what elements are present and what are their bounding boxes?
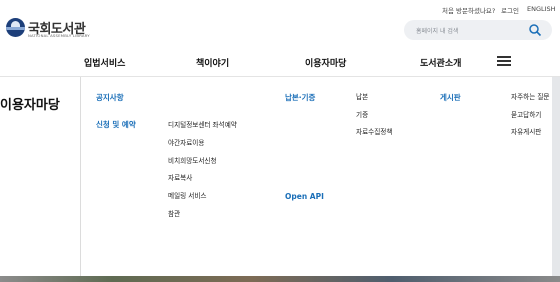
menu-notice[interactable]: 공지사항 <box>96 92 124 103</box>
menu-mailing-service[interactable]: 메일링 서비스 <box>168 190 207 200</box>
menu-divider <box>0 76 560 77</box>
menu-book-request[interactable]: 비치희망도서신청 <box>168 155 217 165</box>
search-input[interactable]: 홈페이지 내 검색 <box>416 26 458 35</box>
first-visit-link[interactable]: 처음 방문하셨나요? <box>442 5 495 15</box>
logo-subtitle: NATIONAL ASSEMBLY LIBRARY <box>28 33 90 38</box>
menu-faq[interactable]: 자주하는 질문 <box>511 91 550 101</box>
menu-deposit[interactable]: 납본 <box>356 91 368 101</box>
nav-legislative-service[interactable]: 입법서비스 <box>84 56 125 69</box>
page-background-edge <box>552 77 560 282</box>
menu-board[interactable]: 게시판 <box>440 92 461 103</box>
search-icon[interactable] <box>528 23 542 37</box>
login-link[interactable]: 로그인 <box>501 5 519 15</box>
menu-free-board[interactable]: 자유게시판 <box>511 126 541 136</box>
nav-book-stories[interactable]: 책이야기 <box>196 56 229 69</box>
menu-open-api[interactable]: Open API <box>285 192 324 201</box>
menu-icon[interactable] <box>497 55 511 67</box>
menu-digital-seat-reservation[interactable]: 디지털정보센터 좌석예약 <box>168 119 237 129</box>
menu-deposit-donation[interactable]: 납본·기증 <box>285 92 315 103</box>
background-image-strip <box>0 276 560 282</box>
menu-donation[interactable]: 기증 <box>356 109 368 119</box>
nav-user-plaza[interactable]: 이용자마당 <box>305 56 346 69</box>
menu-apply-reserve[interactable]: 신청 및 예약 <box>96 119 136 130</box>
menu-visit[interactable]: 참관 <box>168 208 180 218</box>
panel-title: 이용자마당 <box>0 98 60 113</box>
menu-night-use[interactable]: 야간자료이용 <box>168 137 204 147</box>
menu-copy-service[interactable]: 자료복사 <box>168 172 192 182</box>
menu-collection-policy[interactable]: 자료수집정책 <box>356 126 392 136</box>
menu-qna[interactable]: 묻고답하기 <box>511 109 541 119</box>
library-logo-icon[interactable] <box>6 18 25 37</box>
english-link[interactable]: ENGLISH <box>527 5 556 13</box>
column-divider <box>80 77 81 282</box>
nav-library-intro[interactable]: 도서관소개 <box>420 56 461 69</box>
